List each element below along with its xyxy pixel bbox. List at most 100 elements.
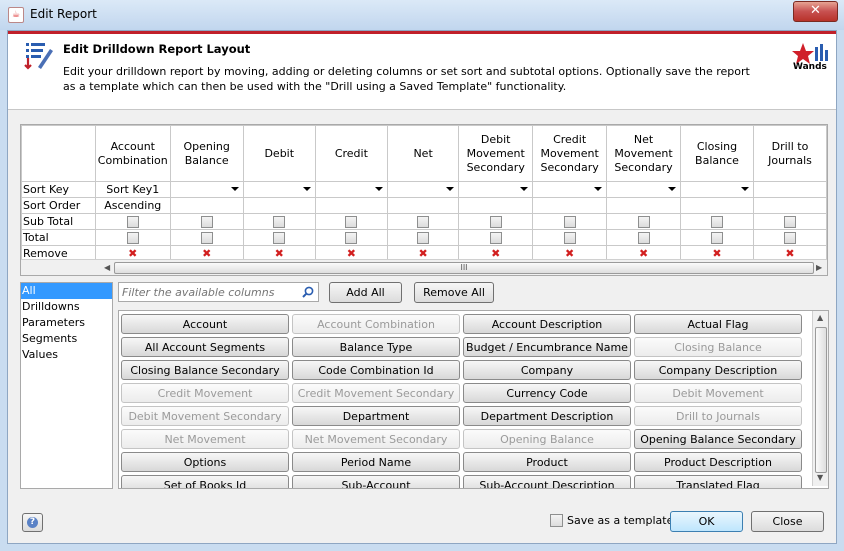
column-option-button[interactable]: Drill to Journals xyxy=(634,406,802,426)
sort-key-dropdown[interactable] xyxy=(532,181,608,198)
column-header[interactable]: Closing Balance xyxy=(680,125,754,182)
sort-key-dropdown[interactable] xyxy=(314,181,388,198)
column-option-button[interactable]: Credit Movement xyxy=(121,383,289,403)
close-button[interactable]: Close xyxy=(751,511,824,532)
sort-key-dropdown[interactable] xyxy=(242,181,316,198)
column-option-button[interactable]: Sub-Account xyxy=(292,475,460,488)
total-checkbox[interactable] xyxy=(637,232,650,244)
sort-order-cell[interactable] xyxy=(386,197,460,214)
sub-total-checkbox[interactable] xyxy=(345,216,358,228)
column-option-button[interactable]: Product xyxy=(463,452,631,472)
sub-total-checkbox[interactable] xyxy=(200,216,213,228)
column-option-button[interactable]: Options xyxy=(121,452,289,472)
total-checkbox[interactable] xyxy=(273,232,286,244)
column-option-button[interactable]: Currency Code xyxy=(463,383,631,403)
vertical-scrollbar[interactable]: ▲ ▼ xyxy=(812,311,828,486)
sort-order-cell[interactable] xyxy=(458,197,534,214)
total-checkbox[interactable] xyxy=(783,232,796,244)
column-option-button[interactable]: Debit Movement Secondary xyxy=(121,406,289,426)
sub-total-checkbox[interactable] xyxy=(710,216,723,228)
sort-order-cell[interactable] xyxy=(606,197,682,214)
column-header[interactable]: Drill to Journals xyxy=(752,125,827,182)
column-option-button[interactable]: Period Name xyxy=(292,452,460,472)
total-checkbox[interactable] xyxy=(489,232,502,244)
total-checkbox[interactable] xyxy=(563,232,576,244)
sort-key-dropdown[interactable] xyxy=(386,181,460,198)
total-checkbox[interactable] xyxy=(126,232,139,244)
sort-order-value[interactable]: Ascending xyxy=(94,197,171,214)
column-option-button[interactable]: Net Movement xyxy=(121,429,289,449)
horizontal-scrollbar[interactable]: ◀ III ▶ xyxy=(21,259,827,275)
column-option-button[interactable]: Debit Movement xyxy=(634,383,802,403)
sub-total-checkbox[interactable] xyxy=(637,216,650,228)
category-item-drilldowns[interactable]: Drilldowns xyxy=(21,299,112,315)
column-option-button[interactable]: Department Description xyxy=(463,406,631,426)
column-option-button[interactable]: Balance Type xyxy=(292,337,460,357)
column-option-button[interactable]: Sub-Account Description xyxy=(463,475,631,488)
column-option-button[interactable]: Budget / Encumbrance Name xyxy=(463,337,631,357)
sort-key-value[interactable]: Sort Key1 xyxy=(94,181,171,198)
sub-total-checkbox[interactable] xyxy=(273,216,286,228)
column-option-button[interactable]: Account xyxy=(121,314,289,334)
column-option-button[interactable]: Closing Balance Secondary xyxy=(121,360,289,380)
column-option-button[interactable]: Company Description xyxy=(634,360,802,380)
column-option-button[interactable]: Credit Movement Secondary xyxy=(292,383,460,403)
scroll-left-icon[interactable]: ◀ xyxy=(104,263,110,272)
category-item-values[interactable]: Values xyxy=(21,347,112,363)
sort-order-cell[interactable] xyxy=(752,197,827,214)
save-template-checkbox[interactable] xyxy=(550,513,563,527)
category-item-all[interactable]: All xyxy=(21,283,112,299)
sort-key-dropdown[interactable] xyxy=(606,181,682,198)
column-option-button[interactable]: All Account Segments xyxy=(121,337,289,357)
sub-total-checkbox[interactable] xyxy=(489,216,502,228)
sort-order-cell[interactable] xyxy=(532,197,608,214)
scroll-up-icon[interactable]: ▲ xyxy=(817,313,823,322)
column-header[interactable]: Net Movement Secondary xyxy=(606,125,682,182)
total-checkbox[interactable] xyxy=(710,232,723,244)
sub-total-checkbox[interactable] xyxy=(417,216,430,228)
sub-total-checkbox[interactable] xyxy=(783,216,796,228)
category-item-segments[interactable]: Segments xyxy=(21,331,112,347)
search-icon[interactable] xyxy=(302,286,314,298)
sub-total-checkbox[interactable] xyxy=(126,216,139,228)
sort-order-cell[interactable] xyxy=(169,197,244,214)
column-header[interactable]: Debit Movement Secondary xyxy=(458,125,534,182)
sort-key-dropdown[interactable] xyxy=(752,181,827,198)
column-option-button[interactable]: Actual Flag xyxy=(634,314,802,334)
total-checkbox[interactable] xyxy=(200,232,213,244)
column-option-button[interactable]: Company xyxy=(463,360,631,380)
total-checkbox[interactable] xyxy=(345,232,358,244)
column-header[interactable]: Credit xyxy=(314,125,388,182)
sort-key-dropdown[interactable] xyxy=(680,181,754,198)
column-header[interactable]: Debit xyxy=(242,125,316,182)
column-option-button[interactable]: Set of Books Id xyxy=(121,475,289,488)
column-option-button[interactable]: Opening Balance xyxy=(463,429,631,449)
add-all-button[interactable]: Add All xyxy=(329,282,402,303)
column-header[interactable]: Account Combination xyxy=(94,125,171,182)
window-close-button[interactable]: ✕ xyxy=(793,1,838,22)
scroll-right-icon[interactable]: ▶ xyxy=(816,263,822,272)
category-item-parameters[interactable]: Parameters xyxy=(21,315,112,331)
column-option-button[interactable]: Net Movement Secondary xyxy=(292,429,460,449)
column-header[interactable]: Net xyxy=(386,125,460,182)
filter-input[interactable] xyxy=(122,285,292,299)
column-option-button[interactable]: Product Description xyxy=(634,452,802,472)
sort-order-cell[interactable] xyxy=(314,197,388,214)
sort-key-dropdown[interactable] xyxy=(458,181,534,198)
column-option-button[interactable]: Translated Flag xyxy=(634,475,802,488)
column-option-button[interactable]: Account Description xyxy=(463,314,631,334)
ok-button[interactable]: OK xyxy=(670,511,743,532)
column-option-button[interactable]: Account Combination xyxy=(292,314,460,334)
column-option-button[interactable]: Department xyxy=(292,406,460,426)
column-header[interactable]: Credit Movement Secondary xyxy=(532,125,608,182)
sub-total-checkbox[interactable] xyxy=(563,216,576,228)
total-checkbox[interactable] xyxy=(417,232,430,244)
column-header[interactable]: Opening Balance xyxy=(169,125,244,182)
column-option-button[interactable]: Closing Balance xyxy=(634,337,802,357)
scrollbar-thumb[interactable]: III xyxy=(114,262,814,274)
sort-key-dropdown[interactable] xyxy=(169,181,244,198)
help-button[interactable]: ? xyxy=(22,513,43,532)
column-option-button[interactable]: Opening Balance Secondary xyxy=(634,429,802,449)
scroll-down-icon[interactable]: ▼ xyxy=(817,473,823,482)
column-option-button[interactable]: Code Combination Id xyxy=(292,360,460,380)
